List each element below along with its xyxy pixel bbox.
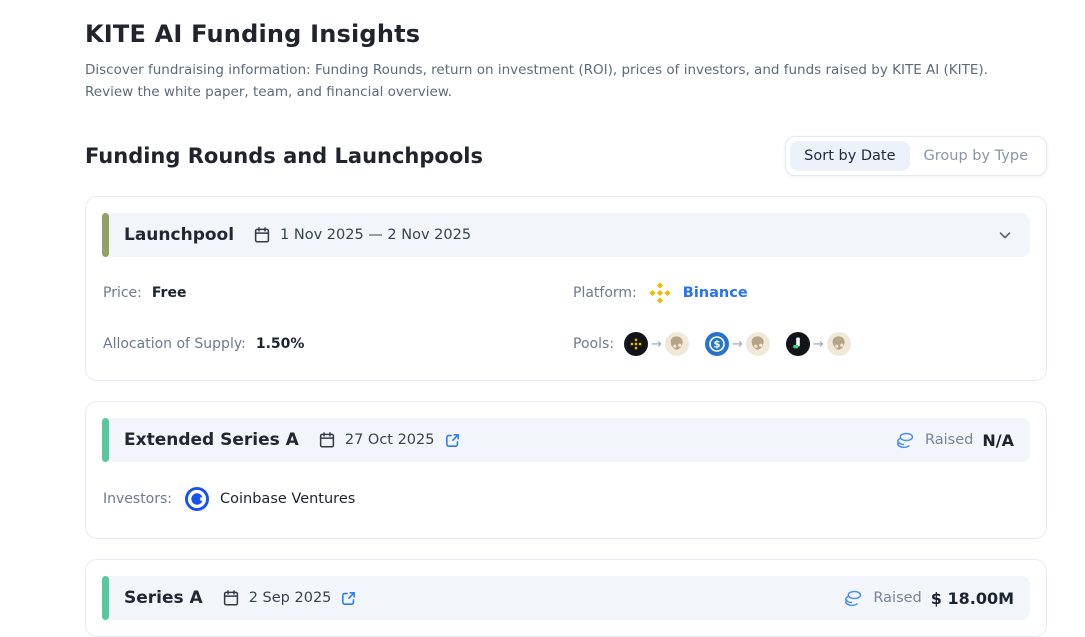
- raised-value: N/A: [982, 431, 1014, 450]
- usdc-coin-icon: $: [705, 332, 729, 356]
- funding-card-series-a: Series A 2 Sep 2025 Raised $ 18.00M: [85, 559, 1047, 637]
- allocation-value: 1.50%: [256, 336, 305, 352]
- pools-label: Pools:: [573, 336, 614, 352]
- arrow-right-icon: →: [813, 338, 824, 351]
- pools-list: → $ →: [624, 332, 851, 356]
- coins-icon: [895, 430, 916, 451]
- accent-bar: [102, 576, 109, 620]
- card-header[interactable]: Launchpool 1 Nov 2025 — 2 Nov 2025: [102, 213, 1030, 257]
- investor-name: Coinbase Ventures: [220, 491, 355, 507]
- fdusd-coin-icon: [786, 332, 810, 356]
- funding-card-launchpool: Launchpool 1 Nov 2025 — 2 Nov 2025 Price…: [85, 196, 1047, 381]
- card-body: Price: Free Platform: Binance Allocation…: [102, 257, 1030, 364]
- raised-group: Raised $ 18.00M: [843, 588, 1014, 609]
- coins-icon: [843, 588, 864, 609]
- round-date: 1 Nov 2025 — 2 Nov 2025: [280, 227, 471, 243]
- pool-fdusd-kite[interactable]: →: [786, 332, 851, 356]
- external-link-icon[interactable]: [444, 432, 461, 449]
- svg-text:$: $: [713, 340, 720, 351]
- raised-group: Raised N/A: [895, 430, 1014, 451]
- section-title: Funding Rounds and Launchpools: [85, 144, 483, 168]
- accent-bar: [102, 418, 109, 462]
- platform-label: Platform:: [573, 285, 637, 301]
- price-field: Price: Free: [103, 280, 573, 306]
- investors-label: Investors:: [103, 491, 172, 507]
- calendar-icon: [318, 431, 336, 449]
- date-wrap: 2 Sep 2025: [222, 589, 358, 607]
- price-label: Price:: [103, 285, 142, 301]
- raised-label: Raised: [873, 590, 921, 606]
- round-date: 27 Oct 2025: [345, 432, 435, 448]
- kite-coin-icon: [827, 332, 851, 356]
- toggle-group-by-type[interactable]: Group by Type: [910, 141, 1042, 171]
- section-header-row: Funding Rounds and Launchpools Sort by D…: [85, 136, 1047, 176]
- price-value: Free: [152, 285, 187, 301]
- round-type: Extended Series A: [124, 430, 299, 450]
- allocation-field: Allocation of Supply: 1.50%: [103, 331, 573, 357]
- pool-usdc-kite[interactable]: $ →: [705, 332, 770, 356]
- round-type: Series A: [124, 588, 203, 608]
- page-description: Discover fundraising information: Fundin…: [85, 59, 1037, 103]
- funding-card-extended-series-a: Extended Series A 27 Oct 2025 Raised N/A…: [85, 401, 1047, 539]
- chevron-down-icon[interactable]: [996, 226, 1014, 244]
- coinbase-ventures-logo-icon: [184, 486, 210, 512]
- page-container: KITE AI Funding Insights Discover fundra…: [0, 0, 1085, 637]
- external-link-icon[interactable]: [340, 590, 357, 607]
- kite-coin-icon: [665, 332, 689, 356]
- card-header[interactable]: Extended Series A 27 Oct 2025 Raised N/A: [102, 418, 1030, 462]
- platform-field: Platform: Binance: [573, 280, 1030, 306]
- toggle-sort-by-date[interactable]: Sort by Date: [790, 141, 909, 171]
- calendar-icon: [222, 589, 240, 607]
- raised-label: Raised: [925, 432, 973, 448]
- pool-bnb-kite[interactable]: →: [624, 332, 689, 356]
- page-title: KITE AI Funding Insights: [85, 20, 1047, 48]
- allocation-label: Allocation of Supply:: [103, 336, 246, 352]
- investors-row: Investors: Coinbase Ventures: [102, 462, 1030, 522]
- round-date: 2 Sep 2025: [249, 590, 332, 606]
- platform-link[interactable]: Binance: [683, 285, 748, 301]
- arrow-right-icon: →: [651, 338, 662, 351]
- arrow-right-icon: →: [732, 338, 743, 351]
- kite-coin-icon: [746, 332, 770, 356]
- calendar-icon: [253, 226, 271, 244]
- investor-coinbase-ventures[interactable]: Coinbase Ventures: [184, 486, 355, 512]
- card-header[interactable]: Series A 2 Sep 2025 Raised $ 18.00M: [102, 576, 1030, 620]
- round-type: Launchpool: [124, 225, 234, 245]
- accent-bar: [102, 213, 109, 257]
- date-wrap: 1 Nov 2025 — 2 Nov 2025: [253, 226, 471, 244]
- date-wrap: 27 Oct 2025: [318, 431, 461, 449]
- bnb-coin-icon: [624, 332, 648, 356]
- sort-toggle: Sort by Date Group by Type: [785, 136, 1047, 176]
- header-right: [996, 226, 1014, 244]
- pools-field: Pools: → $: [573, 331, 1030, 357]
- binance-logo-icon: [647, 280, 673, 306]
